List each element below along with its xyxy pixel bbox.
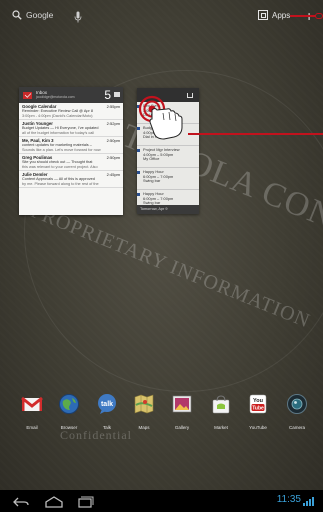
- youtube-icon: You Tube: [249, 394, 267, 414]
- map-icon: [134, 394, 154, 414]
- email-item[interactable]: Me, Paul, Kim 3 2:50pm content updates f…: [19, 137, 123, 154]
- email-item[interactable]: Greg Poulimas 2:50pm Site you should che…: [19, 154, 123, 171]
- email-snippet: this was relevant to your current projec…: [22, 164, 98, 169]
- search-icon: [12, 10, 22, 20]
- back-icon[interactable]: [12, 496, 30, 508]
- app-label: Email: [26, 425, 38, 430]
- app-label: Browser: [60, 425, 78, 430]
- apps-grid-icon: [258, 10, 268, 20]
- top-bar: Google Apps +: [0, 0, 323, 34]
- gmail-envelope-icon: [23, 91, 32, 99]
- app-label: Camera: [288, 425, 305, 430]
- home-icon[interactable]: [44, 496, 64, 508]
- email-item[interactable]: Julie Demler 2:45pm Content Approvals — …: [19, 171, 123, 188]
- app-label: Talk: [102, 425, 111, 430]
- home-screen: MOTOROLA CONFIDENTIAL PROPRIETARY INFORM…: [0, 0, 323, 512]
- app-label: Gallery: [174, 425, 190, 430]
- email-time: 2:50pm: [106, 155, 120, 160]
- calendar-event[interactable]: Project Mgr Interview 4:00pm – 5:00pm My…: [137, 146, 199, 168]
- camera-lens-icon: [287, 394, 307, 414]
- app-gallery[interactable]: Gallery: [164, 393, 200, 430]
- app-youtube[interactable]: You Tube YouTube: [240, 393, 276, 430]
- annotation-callout-line: [290, 15, 316, 17]
- event-location: My Office: [143, 156, 160, 162]
- unread-count: 5: [104, 88, 111, 102]
- app-talk[interactable]: talk Talk: [89, 393, 125, 430]
- app-label: Maps: [138, 425, 150, 430]
- talk-bubble-icon: talk: [98, 394, 116, 414]
- app-label: YouTube: [249, 425, 267, 430]
- clock: 11:35: [276, 494, 301, 505]
- event-color-bar: [137, 193, 140, 196]
- gmail-icon: [21, 396, 43, 411]
- annotation-callout-marker: [315, 13, 323, 19]
- svg-text:talk: talk: [101, 401, 113, 408]
- app-camera[interactable]: Camera: [279, 393, 315, 430]
- app-label: Market: [214, 425, 228, 430]
- svg-text:Tube: Tube: [252, 406, 264, 412]
- email-list: Google Calendar 2:55pm Reminder: Executi…: [19, 103, 123, 188]
- touch-hand-icon: [138, 95, 183, 140]
- microphone-icon[interactable]: [73, 11, 83, 23]
- signal-strength-icon: [303, 497, 314, 506]
- app-dock: Email Browser talk Talk Maps Gallery Mar…: [0, 393, 323, 433]
- inbox-account: jcoolidge@motorola.com: [36, 95, 75, 99]
- email-time: 2:45pm: [106, 172, 120, 177]
- event-color-bar: [137, 149, 140, 152]
- email-widget-header: Inbox jcoolidge@motorola.com 5: [19, 87, 123, 103]
- annotation-callout-line: [188, 133, 323, 135]
- system-bar: 11:35: [0, 490, 323, 512]
- app-market[interactable]: Market: [203, 393, 239, 430]
- svg-text:You: You: [253, 398, 263, 404]
- calendar-footer: Tomorrow, Apr 9: [137, 205, 199, 214]
- search-label: Google: [26, 10, 54, 20]
- shopping-bag-icon: [212, 395, 230, 414]
- inbox-title-group: Inbox jcoolidge@motorola.com: [36, 90, 75, 100]
- app-browser[interactable]: Browser: [51, 393, 87, 430]
- email-time: 2:50pm: [106, 138, 120, 143]
- event-color-bar: [137, 171, 140, 174]
- gallery-icon: [172, 395, 192, 413]
- globe-icon: [59, 394, 79, 414]
- apps-button[interactable]: Apps: [258, 10, 290, 20]
- email-widget[interactable]: Inbox jcoolidge@motorola.com 5 Google Ca…: [19, 87, 123, 215]
- compose-icon[interactable]: [114, 92, 120, 97]
- event-location: Swing bar: [143, 178, 161, 184]
- email-snippet: Sounds like a plan. Let's move forward f…: [22, 147, 101, 152]
- apps-label: Apps: [272, 10, 291, 20]
- recent-apps-icon[interactable]: [78, 496, 94, 508]
- calendar-event[interactable]: Happy Hour 6:00pm – 7:00pm Swing bar: [137, 168, 199, 190]
- email-snippet: all of the budget information for today'…: [22, 130, 95, 135]
- email-item[interactable]: Justin Younger 2:52pm Budget Updates — H…: [19, 120, 123, 137]
- email-snippet: 3:00pm - 4:00pm (David's Calendar/Moto): [22, 113, 93, 118]
- email-time: 2:52pm: [106, 121, 120, 126]
- app-maps[interactable]: Maps: [126, 393, 162, 430]
- google-search-button[interactable]: Google: [12, 10, 53, 20]
- email-snippet: by me. Please forward along to the rest …: [22, 181, 99, 186]
- email-item[interactable]: Google Calendar 2:55pm Reminder: Executi…: [19, 103, 123, 120]
- app-email[interactable]: Email: [14, 393, 50, 430]
- email-time: 2:55pm: [106, 104, 120, 109]
